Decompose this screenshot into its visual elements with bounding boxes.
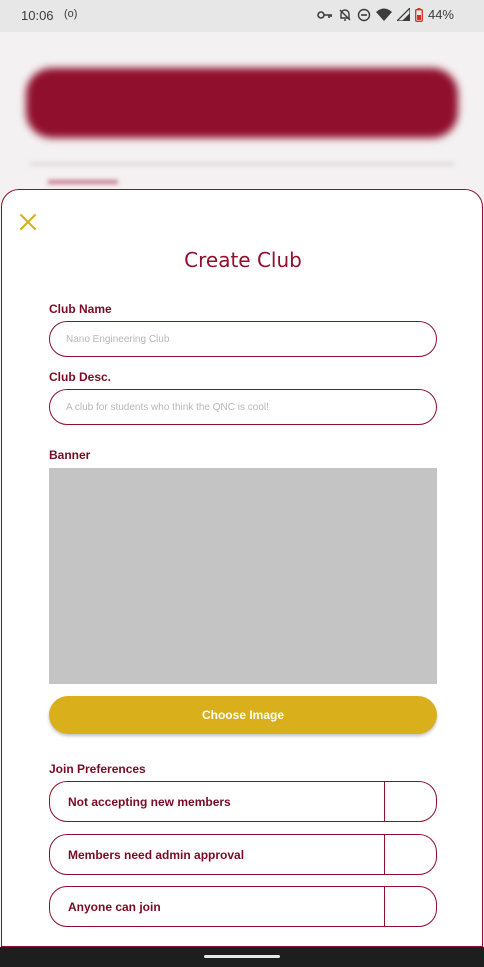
cellular-signal-icon	[396, 8, 410, 21]
background-text-blur	[48, 180, 118, 184]
join-preference-anyone[interactable]: Anyone can join	[49, 886, 437, 927]
club-desc-label: Club Desc.	[49, 370, 112, 384]
close-icon	[18, 212, 38, 232]
join-preferences-label: Join Preferences	[49, 762, 146, 776]
page-title: Create Club	[184, 248, 302, 272]
status-indicator: (o)	[64, 8, 78, 20]
choose-image-button[interactable]: Choose Image	[49, 696, 437, 734]
wifi-icon	[375, 8, 392, 21]
join-preference-checkbox[interactable]	[386, 835, 436, 874]
club-name-input[interactable]	[49, 321, 437, 357]
background-divider	[30, 162, 454, 166]
close-button[interactable]	[18, 212, 38, 232]
key-icon	[317, 9, 333, 21]
banner-image-placeholder	[49, 468, 437, 684]
join-preference-label: Not accepting new members	[68, 795, 231, 809]
home-indicator[interactable]	[204, 955, 280, 958]
join-preference-label: Members need admin approval	[68, 848, 245, 862]
battery-percent: 44%	[427, 7, 454, 22]
notifications-off-icon	[338, 8, 352, 22]
join-preference-not-accepting[interactable]: Not accepting new members	[49, 781, 437, 822]
status-time: 10:06	[21, 8, 54, 23]
join-preference-checkbox[interactable]	[386, 782, 436, 821]
join-preference-label: Anyone can join	[68, 900, 161, 914]
join-preference-admin-approval[interactable]: Members need admin approval	[49, 834, 437, 875]
status-bar: 10:06 (o) 44%	[0, 0, 484, 32]
club-desc-input[interactable]	[49, 389, 437, 425]
create-club-sheet: Create Club Club Name Club Desc. Banner …	[1, 189, 483, 947]
banner-label: Banner	[49, 448, 91, 462]
battery-icon	[415, 7, 423, 22]
club-name-label: Club Name	[49, 302, 112, 316]
navigation-bar	[0, 947, 484, 967]
do-not-disturb-icon	[357, 8, 371, 22]
join-preference-checkbox[interactable]	[386, 887, 436, 926]
background-banner	[26, 68, 458, 138]
status-icons: 44%	[317, 7, 454, 22]
